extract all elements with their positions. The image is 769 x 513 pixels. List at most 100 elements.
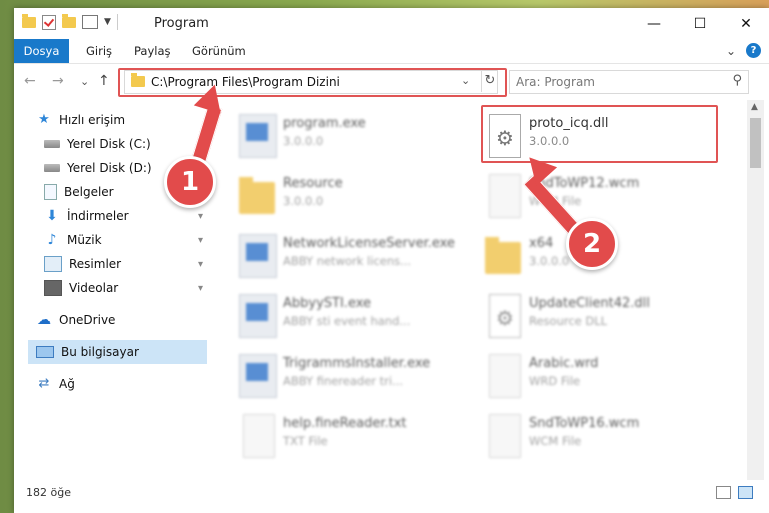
sidebar-item-label: Yerel Disk (C:) [67,137,151,151]
tab-giris[interactable]: Giriş [86,39,112,63]
search-input[interactable]: Ara: Program [516,75,595,89]
exe-file-icon [239,234,277,278]
file-name: program.exe [283,116,366,131]
view-options-icon[interactable] [82,15,98,29]
pin-icon[interactable]: ▾ [198,235,203,246]
divider [116,14,118,30]
vertical-scrollbar[interactable]: ▲ [747,100,764,480]
cloud-icon: ☁ [37,312,51,328]
tab-paylas[interactable]: Paylaş [134,39,171,63]
sidebar-item-downloads[interactable]: ⬇ İndirmeler ▾ [44,204,207,228]
sidebar-item-local-disk-c[interactable]: Yerel Disk (C:) [44,132,207,156]
sidebar-item-label: Resimler [69,257,122,271]
exe-file-icon [239,354,277,398]
up-arrow-icon[interactable]: ↑ [98,73,110,89]
sidebar-item-onedrive[interactable]: ☁ OneDrive [36,308,207,332]
file-name: Arabic.wrd [529,356,599,371]
sidebar-item-this-pc[interactable]: Bu bilgisayar [28,340,207,364]
customize-toolbar-chevron-icon[interactable]: ▼ [104,17,111,27]
file-description: ABBY sti event hand... [283,314,411,328]
exe-file-icon [239,114,277,158]
item-count: 182 öğe [26,486,71,499]
file-version: 3.0.0.0 [283,194,324,208]
back-arrow-icon[interactable]: ← [24,73,36,89]
search-icon[interactable]: ⚲ [732,73,742,88]
sidebar-item-label: Hızlı erişim [59,113,126,127]
tab-gorunum[interactable]: Görünüm [192,39,246,63]
minimize-button[interactable]: — [631,8,677,39]
sidebar-item-label: Yerel Disk (D:) [67,161,152,175]
search-box[interactable]: Ara: Program ⚲ [509,70,749,94]
drive-icon [44,164,60,172]
sidebar-item-label: Bu bilgisayar [61,345,139,359]
sidebar-item-videos[interactable]: Videolar ▾ [44,276,207,300]
details-view-icon[interactable] [716,486,731,499]
file-name: NetworkLicenseServer.exe [283,236,455,251]
quick-access-toolbar: ▼ [22,13,118,30]
file-name: x64 [529,236,554,251]
title-bar: ▼ Program — ☐ ✕ [14,8,769,39]
sidebar-item-music[interactable]: ♪ Müzik ▾ [44,228,207,252]
sidebar-item-label: Belgeler [64,185,114,199]
new-folder-icon[interactable] [62,13,76,28]
sidebar-item-network[interactable]: ⇄ Ağ [36,372,207,396]
file-name: Resource [283,176,343,191]
folder-icon [485,237,521,274]
file-name: SndToWP16.wcm [529,416,640,431]
file-item[interactable]: AbbyySTI.exe ABBY sti event hand... [239,290,469,342]
scrollbar-thumb[interactable] [750,118,761,168]
ribbon-controls: ⌄ ? [726,43,761,58]
pin-icon[interactable]: ▾ [198,211,203,222]
file-version: 3.0.0.0 [283,134,324,148]
file-description: ABBY finereader tri... [283,374,404,388]
properties-check-icon[interactable] [42,14,56,30]
file-name: UpdateClient42.dll [529,296,650,311]
picture-icon [44,256,62,272]
file-item[interactable]: ⚙ UpdateClient42.dll Resource DLL [485,290,715,342]
maximize-button[interactable]: ☐ [677,8,723,39]
pin-icon[interactable]: ▾ [198,283,203,294]
drive-icon [44,140,60,148]
ribbon-tabs: Dosya Giriş Paylaş Görünüm ⌄ ? [14,39,769,64]
file-item[interactable]: Resource 3.0.0.0 [239,170,469,222]
gear-icon: ⚙ [496,306,514,330]
file-item[interactable]: NetworkLicenseServer.exe ABBY network li… [239,230,469,282]
large-icons-view-icon[interactable] [738,486,753,499]
file-item[interactable]: TrigrammsInstaller.exe ABBY finereader t… [239,350,469,402]
callout-badge-two: 2 [566,218,618,270]
download-icon: ⬇ [46,208,58,224]
computer-icon [36,346,54,358]
file-item[interactable]: program.exe 3.0.0.0 [239,110,469,162]
scroll-up-arrow-icon[interactable]: ▲ [751,102,758,112]
file-type: Resource DLL [529,314,608,328]
status-bar: 182 öğe [14,482,769,504]
forward-arrow-icon[interactable]: → [52,73,64,89]
star-icon: ★ [38,112,50,127]
file-type: WCM File [529,434,582,448]
help-icon[interactable]: ? [746,43,761,58]
file-highlight-box [481,105,718,163]
file-item[interactable]: Arabic.wrd WRD File [485,350,715,402]
navigation-bar: ← → ⌄ ↑ C:\Program Files\Program Dizini … [14,66,769,97]
sidebar-item-pictures[interactable]: Resimler ▾ [44,252,207,276]
tab-dosya[interactable]: Dosya [14,39,69,63]
sidebar-item-label: İndirmeler [67,209,129,223]
close-button[interactable]: ✕ [723,8,769,39]
exe-file-icon [239,294,277,338]
window-title: Program [154,16,209,31]
sidebar-item-quick-access[interactable]: ★ Hızlı erişim [36,108,207,132]
sidebar-item-label: Videolar [69,281,119,295]
dll-file-icon: ⚙ [489,294,521,338]
document-icon [44,184,57,200]
pin-icon[interactable]: ▾ [198,259,203,270]
file-item[interactable]: SndToWP16.wcm WCM File [485,410,715,462]
sidebar-item-label: Ağ [59,377,75,391]
address-highlight-box [118,68,507,97]
file-item[interactable]: SndToWP12.wcm WCM File [485,170,715,222]
expand-ribbon-chevron-icon[interactable]: ⌄ [726,44,736,58]
file-name: AbbyySTI.exe [283,296,372,311]
file-type: WRD File [529,374,581,388]
file-item[interactable]: help.fineReader.txt TXT File [239,410,469,462]
network-icon: ⇄ [38,376,50,391]
recent-locations-chevron-icon[interactable]: ⌄ [80,75,89,88]
